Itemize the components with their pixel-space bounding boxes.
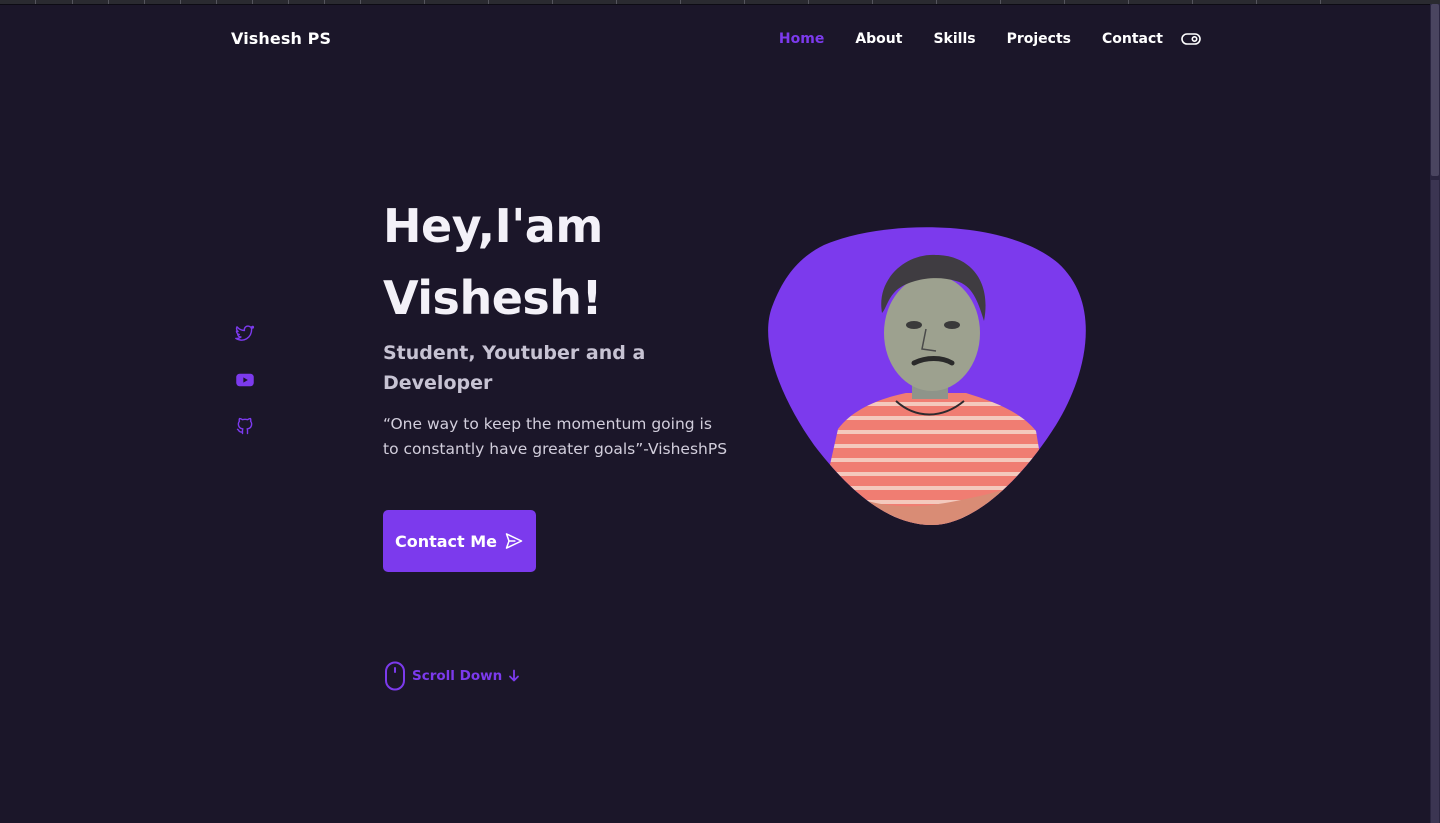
site-logo[interactable]: Vishesh PS (231, 29, 331, 48)
github-link[interactable] (235, 416, 255, 436)
hero-title-line-1: Hey,I'am (383, 199, 603, 253)
nav-link-home[interactable]: Home (779, 26, 824, 52)
hero-title-line-2: Vishesh! (383, 271, 603, 325)
site-header: Vishesh PS Home About Skills Projects Co… (231, 26, 1201, 56)
hero-title: Hey,I'am Vishesh! (383, 190, 743, 334)
avatar-blob (768, 227, 1086, 526)
scroll-down-label: Scroll Down (412, 668, 503, 684)
contact-me-button[interactable]: Contact Me (383, 510, 536, 572)
hero-subtitle: Student, Youtuber and a Developer (383, 342, 646, 394)
scroll-down-link[interactable]: Scroll Down (384, 661, 520, 691)
scrollbar-track (1431, 180, 1439, 823)
main-nav: Home About Skills Projects Contact (748, 26, 1201, 52)
youtube-icon (236, 373, 254, 387)
toggle-icon[interactable] (1181, 32, 1201, 46)
browser-top-strip (0, 0, 1440, 5)
scrollbar-thumb[interactable] (1431, 4, 1439, 176)
arrow-down-icon (509, 669, 520, 682)
nav-link-skills[interactable]: Skills (933, 26, 975, 52)
youtube-link[interactable] (235, 370, 255, 390)
mouse-icon (385, 661, 405, 691)
send-icon (505, 533, 523, 549)
nav-link-about[interactable]: About (855, 26, 902, 52)
hero-quote: “One way to keep the momentum going is t… (383, 415, 728, 458)
hero-intro: Hey,I'am Vishesh! Student, Youtuber and … (383, 190, 743, 462)
nav-link-contact[interactable]: Contact (1102, 26, 1163, 52)
page-scrollbar[interactable] (1430, 4, 1440, 823)
github-icon (236, 417, 253, 435)
nav-link-projects[interactable]: Projects (1007, 26, 1071, 52)
social-links (235, 324, 257, 462)
contact-me-label: Contact Me (394, 531, 498, 551)
profile-avatar (768, 227, 1086, 526)
twitter-link[interactable] (235, 324, 255, 344)
twitter-icon (235, 325, 255, 341)
